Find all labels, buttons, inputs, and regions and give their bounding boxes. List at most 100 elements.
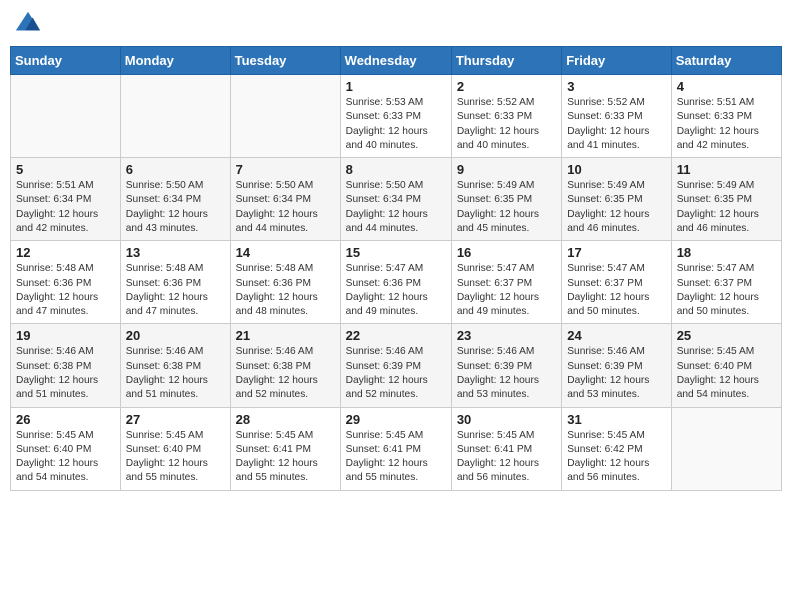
day-number: 24	[567, 328, 665, 343]
day-number: 19	[16, 328, 115, 343]
calendar-cell: 22Sunrise: 5:46 AM Sunset: 6:39 PM Dayli…	[340, 324, 451, 407]
day-number: 29	[346, 412, 446, 427]
day-number: 16	[457, 245, 556, 260]
calendar-week-row: 5 Sunrise: 5:51 AM Sunset: 6:34 PM Daylig…	[11, 158, 782, 241]
day-info: Sunrise: 5:49 AM Sunset: 6:35 PM Dayligh…	[677, 179, 776, 236]
calendar-cell: 14 Sunrise: 5:48 AM Sunset: 6:36 PM Dayli…	[230, 241, 340, 324]
day-number: 30	[457, 412, 556, 427]
day-info: Sunrise: 5:50 AM Sunset: 6:34 PM Dayligh…	[236, 179, 335, 236]
day-info: Sunrise: 5:51 AM Sunset: 6:34 PM Dayligh…	[16, 179, 115, 236]
day-number: 20	[126, 328, 225, 343]
calendar-cell: 30 Sunrise: 5:45 AM Sunset: 6:41 PM Dayli…	[451, 407, 561, 490]
day-info: Sunrise: 5:46 AM Sunset: 6:39 PM Dayligh…	[567, 345, 665, 402]
day-info: Sunrise: 5:52 AM Sunset: 6:33 PM Dayligh…	[567, 96, 665, 153]
day-info: Sunrise: 5:45 AM Sunset: 6:40 PM Dayligh…	[16, 429, 115, 486]
day-number: 7	[236, 162, 335, 177]
day-number: 13	[126, 245, 225, 260]
day-number: 14	[236, 245, 335, 260]
calendar-header-wednesday: Wednesday	[340, 47, 451, 75]
calendar-cell: 20 Sunrise: 5:46 AM Sunset: 6:38 PM Dayli…	[120, 324, 230, 407]
calendar-cell: 27 Sunrise: 5:45 AM Sunset: 6:40 PM Dayli…	[120, 407, 230, 490]
day-info: Sunrise: 5:46 AM Sunset: 6:39 PM Dayligh…	[346, 345, 446, 402]
day-info: Sunrise: 5:46 AM Sunset: 6:38 PM Dayligh…	[16, 345, 115, 402]
day-number: 27	[126, 412, 225, 427]
calendar-cell: 4Sunrise: 5:51 AM Sunset: 6:33 PM Daylig…	[671, 75, 781, 158]
calendar-cell: 9Sunrise: 5:49 AM Sunset: 6:35 PM Daylig…	[451, 158, 561, 241]
day-number: 23	[457, 328, 556, 343]
calendar-cell: 24 Sunrise: 5:46 AM Sunset: 6:39 PM Dayli…	[562, 324, 671, 407]
day-number: 8	[346, 162, 446, 177]
logo-icon	[14, 10, 42, 38]
day-info: Sunrise: 5:46 AM Sunset: 6:38 PM Dayligh…	[126, 345, 225, 402]
day-number: 1	[346, 79, 446, 94]
day-number: 26	[16, 412, 115, 427]
calendar-cell: 25 Sunrise: 5:45 AM Sunset: 6:40 PM Dayli…	[671, 324, 781, 407]
day-number: 17	[567, 245, 665, 260]
calendar-cell: 23Sunrise: 5:46 AM Sunset: 6:39 PM Dayli…	[451, 324, 561, 407]
calendar-cell: 31Sunrise: 5:45 AM Sunset: 6:42 PM Dayli…	[562, 407, 671, 490]
day-info: Sunrise: 5:48 AM Sunset: 6:36 PM Dayligh…	[16, 262, 115, 319]
day-number: 6	[126, 162, 225, 177]
calendar-cell: 26 Sunrise: 5:45 AM Sunset: 6:40 PM Dayli…	[11, 407, 121, 490]
day-number: 3	[567, 79, 665, 94]
calendar-week-row: 12 Sunrise: 5:48 AM Sunset: 6:36 PM Dayli…	[11, 241, 782, 324]
day-info: Sunrise: 5:45 AM Sunset: 6:41 PM Dayligh…	[236, 429, 335, 486]
calendar-cell: 3 Sunrise: 5:52 AM Sunset: 6:33 PM Daylig…	[562, 75, 671, 158]
calendar-table: SundayMondayTuesdayWednesdayThursdayFrid…	[10, 46, 782, 491]
calendar-cell: 5 Sunrise: 5:51 AM Sunset: 6:34 PM Daylig…	[11, 158, 121, 241]
logo	[14, 10, 46, 38]
calendar-header-thursday: Thursday	[451, 47, 561, 75]
calendar-cell: 18 Sunrise: 5:47 AM Sunset: 6:37 PM Dayli…	[671, 241, 781, 324]
calendar-header-friday: Friday	[562, 47, 671, 75]
day-info: Sunrise: 5:45 AM Sunset: 6:41 PM Dayligh…	[457, 429, 556, 486]
day-info: Sunrise: 5:47 AM Sunset: 6:36 PM Dayligh…	[346, 262, 446, 319]
calendar-cell: 16 Sunrise: 5:47 AM Sunset: 6:37 PM Dayli…	[451, 241, 561, 324]
day-number: 9	[457, 162, 556, 177]
day-info: Sunrise: 5:48 AM Sunset: 6:36 PM Dayligh…	[126, 262, 225, 319]
day-number: 2	[457, 79, 556, 94]
day-info: Sunrise: 5:50 AM Sunset: 6:34 PM Dayligh…	[126, 179, 225, 236]
calendar-cell: 1 Sunrise: 5:53 AM Sunset: 6:33 PM Daylig…	[340, 75, 451, 158]
calendar-cell: 13 Sunrise: 5:48 AM Sunset: 6:36 PM Dayli…	[120, 241, 230, 324]
day-number: 11	[677, 162, 776, 177]
calendar-cell	[120, 75, 230, 158]
calendar-cell: 12 Sunrise: 5:48 AM Sunset: 6:36 PM Dayli…	[11, 241, 121, 324]
calendar-cell: 29Sunrise: 5:45 AM Sunset: 6:41 PM Dayli…	[340, 407, 451, 490]
day-number: 28	[236, 412, 335, 427]
day-number: 25	[677, 328, 776, 343]
day-info: Sunrise: 5:47 AM Sunset: 6:37 PM Dayligh…	[677, 262, 776, 319]
day-info: Sunrise: 5:49 AM Sunset: 6:35 PM Dayligh…	[567, 179, 665, 236]
calendar-header-monday: Monday	[120, 47, 230, 75]
day-info: Sunrise: 5:45 AM Sunset: 6:40 PM Dayligh…	[126, 429, 225, 486]
calendar-cell: 10 Sunrise: 5:49 AM Sunset: 6:35 PM Dayli…	[562, 158, 671, 241]
day-number: 21	[236, 328, 335, 343]
day-number: 18	[677, 245, 776, 260]
calendar-cell: 6 Sunrise: 5:50 AM Sunset: 6:34 PM Daylig…	[120, 158, 230, 241]
calendar-header-tuesday: Tuesday	[230, 47, 340, 75]
calendar-cell	[11, 75, 121, 158]
calendar-cell: 2 Sunrise: 5:52 AM Sunset: 6:33 PM Daylig…	[451, 75, 561, 158]
calendar-cell	[230, 75, 340, 158]
calendar-cell: 8Sunrise: 5:50 AM Sunset: 6:34 PM Daylig…	[340, 158, 451, 241]
calendar-week-row: 26 Sunrise: 5:45 AM Sunset: 6:40 PM Dayli…	[11, 407, 782, 490]
day-number: 12	[16, 245, 115, 260]
day-info: Sunrise: 5:52 AM Sunset: 6:33 PM Dayligh…	[457, 96, 556, 153]
day-number: 31	[567, 412, 665, 427]
calendar-cell: 11 Sunrise: 5:49 AM Sunset: 6:35 PM Dayli…	[671, 158, 781, 241]
calendar-cell: 17 Sunrise: 5:47 AM Sunset: 6:37 PM Dayli…	[562, 241, 671, 324]
calendar-cell: 19 Sunrise: 5:46 AM Sunset: 6:38 PM Dayli…	[11, 324, 121, 407]
day-info: Sunrise: 5:47 AM Sunset: 6:37 PM Dayligh…	[567, 262, 665, 319]
day-info: Sunrise: 5:45 AM Sunset: 6:40 PM Dayligh…	[677, 345, 776, 402]
calendar-week-row: 1 Sunrise: 5:53 AM Sunset: 6:33 PM Daylig…	[11, 75, 782, 158]
calendar-header-sunday: Sunday	[11, 47, 121, 75]
day-info: Sunrise: 5:48 AM Sunset: 6:36 PM Dayligh…	[236, 262, 335, 319]
calendar-cell: 15Sunrise: 5:47 AM Sunset: 6:36 PM Dayli…	[340, 241, 451, 324]
page-header	[10, 10, 782, 38]
day-info: Sunrise: 5:53 AM Sunset: 6:33 PM Dayligh…	[346, 96, 446, 153]
day-info: Sunrise: 5:46 AM Sunset: 6:38 PM Dayligh…	[236, 345, 335, 402]
calendar-header-row: SundayMondayTuesdayWednesdayThursdayFrid…	[11, 47, 782, 75]
day-number: 4	[677, 79, 776, 94]
day-number: 5	[16, 162, 115, 177]
day-info: Sunrise: 5:47 AM Sunset: 6:37 PM Dayligh…	[457, 262, 556, 319]
day-number: 10	[567, 162, 665, 177]
